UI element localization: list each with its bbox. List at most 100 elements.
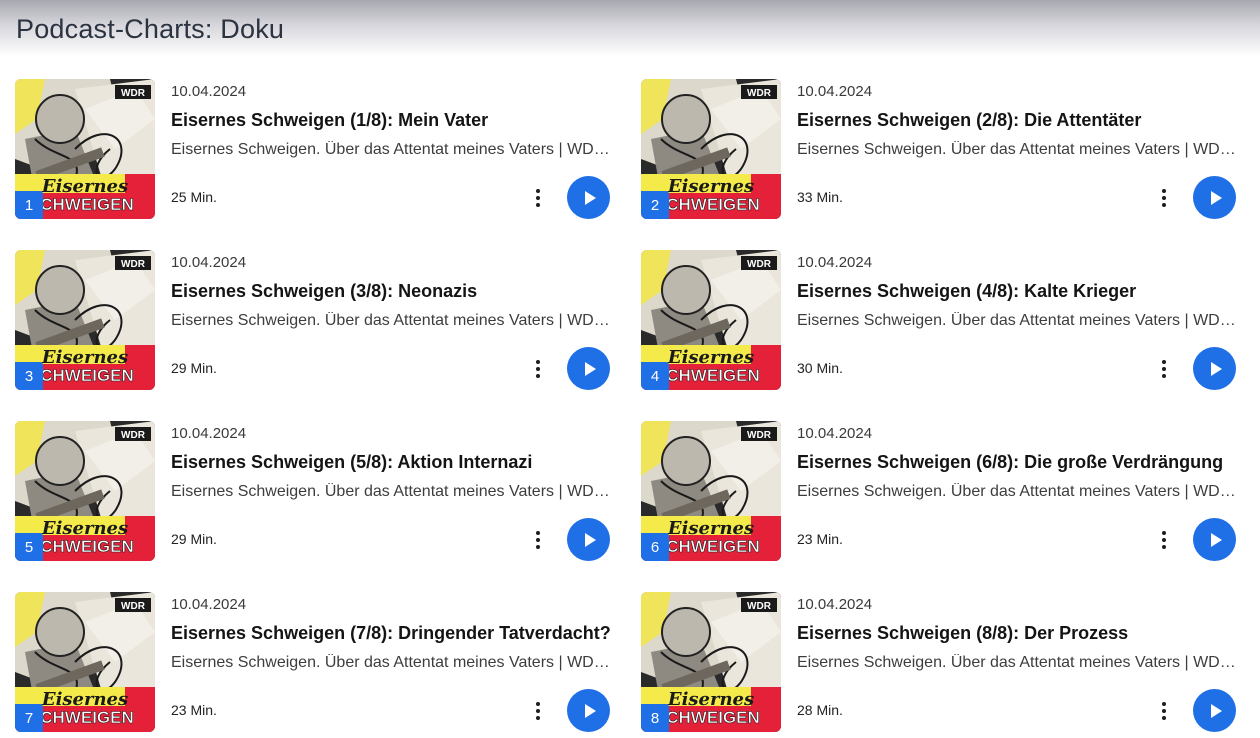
play-button[interactable] xyxy=(1193,689,1236,732)
play-button[interactable] xyxy=(567,176,610,219)
play-button[interactable] xyxy=(1193,518,1236,561)
episode-date: 10.04.2024 xyxy=(171,254,247,271)
episode-cover-image[interactable]: WDR Eisernes CHWEIGEN 2 xyxy=(641,79,781,219)
episode-cover-image[interactable]: WDR Eisernes CHWEIGEN 6 xyxy=(641,421,781,561)
episode-date: 10.04.2024 xyxy=(797,596,873,613)
more-options-icon[interactable] xyxy=(527,698,549,724)
episode-title[interactable]: Eisernes Schweigen (4/8): Kalte Krieger xyxy=(797,281,1136,302)
play-button[interactable] xyxy=(567,689,610,732)
play-button[interactable] xyxy=(567,347,610,390)
episode-cover-image[interactable]: WDR Eisernes CHWEIGEN 1 xyxy=(15,79,155,219)
svg-text:CHWEIGEN: CHWEIGEN xyxy=(40,537,134,556)
chart-rank-badge: 2 xyxy=(641,191,669,219)
svg-text:Eisernes: Eisernes xyxy=(667,176,754,197)
episode-subtitle: Eisernes Schweigen. Über das Attentat me… xyxy=(797,483,1237,500)
svg-text:Eisernes: Eisernes xyxy=(41,176,128,197)
svg-text:Eisernes: Eisernes xyxy=(667,689,754,710)
svg-text:CHWEIGEN: CHWEIGEN xyxy=(40,195,134,214)
more-options-icon[interactable] xyxy=(527,356,549,382)
svg-text:CHWEIGEN: CHWEIGEN xyxy=(40,708,134,727)
episode-cover-image[interactable]: WDR Eisernes CHWEIGEN 8 xyxy=(641,592,781,732)
episode-duration: 29 Min. xyxy=(171,531,217,547)
episode-card[interactable]: WDR Eisernes CHWEIGEN 2 10.04.2024 Eiser… xyxy=(641,79,1237,219)
more-options-icon[interactable] xyxy=(1153,698,1175,724)
episode-duration: 23 Min. xyxy=(797,531,843,547)
page-title: Podcast-Charts: Doku xyxy=(16,14,285,44)
chart-rank-badge: 7 xyxy=(15,704,43,732)
svg-text:WDR: WDR xyxy=(747,601,772,612)
svg-text:Eisernes: Eisernes xyxy=(41,689,128,710)
svg-text:CHWEIGEN: CHWEIGEN xyxy=(666,195,760,214)
episode-cover-image[interactable]: WDR Eisernes CHWEIGEN 7 xyxy=(15,592,155,732)
episode-date: 10.04.2024 xyxy=(797,425,873,442)
episode-subtitle: Eisernes Schweigen. Über das Attentat me… xyxy=(797,312,1237,329)
more-options-icon[interactable] xyxy=(1153,185,1175,211)
episode-title[interactable]: Eisernes Schweigen (5/8): Aktion Interna… xyxy=(171,452,532,473)
svg-text:CHWEIGEN: CHWEIGEN xyxy=(40,366,134,385)
play-icon xyxy=(1210,532,1222,547)
episode-card[interactable]: WDR Eisernes CHWEIGEN 6 10.04.2024 Eiser… xyxy=(641,421,1237,561)
episode-grid: WDR Eisernes CHWEIGEN 1 10.04.2024 Eiser… xyxy=(15,79,1245,738)
episode-duration: 29 Min. xyxy=(171,360,217,376)
episode-cover-image[interactable]: WDR Eisernes CHWEIGEN 3 xyxy=(15,250,155,390)
episode-title[interactable]: Eisernes Schweigen (1/8): Mein Vater xyxy=(171,110,488,131)
play-button[interactable] xyxy=(567,518,610,561)
play-icon xyxy=(1210,703,1222,718)
chart-rank-badge: 3 xyxy=(15,362,43,390)
episode-card[interactable]: WDR Eisernes CHWEIGEN 8 10.04.2024 Eiser… xyxy=(641,592,1237,732)
svg-text:CHWEIGEN: CHWEIGEN xyxy=(666,708,760,727)
episode-card[interactable]: WDR Eisernes CHWEIGEN 1 10.04.2024 Eiser… xyxy=(15,79,611,219)
episode-subtitle: Eisernes Schweigen. Über das Attentat me… xyxy=(171,141,611,158)
play-icon xyxy=(1210,190,1222,205)
episode-date: 10.04.2024 xyxy=(797,254,873,271)
svg-text:WDR: WDR xyxy=(747,259,772,270)
episode-duration: 23 Min. xyxy=(171,702,217,718)
svg-text:Eisernes: Eisernes xyxy=(667,518,754,539)
svg-text:WDR: WDR xyxy=(121,88,146,99)
play-button[interactable] xyxy=(1193,347,1236,390)
more-options-icon[interactable] xyxy=(527,527,549,553)
episode-subtitle: Eisernes Schweigen. Über das Attentat me… xyxy=(171,654,611,671)
more-options-icon[interactable] xyxy=(1153,527,1175,553)
play-icon xyxy=(584,703,596,718)
episode-subtitle: Eisernes Schweigen. Über das Attentat me… xyxy=(171,483,611,500)
chart-rank-badge: 1 xyxy=(15,191,43,219)
svg-text:WDR: WDR xyxy=(747,88,772,99)
more-options-icon[interactable] xyxy=(1153,356,1175,382)
episode-subtitle: Eisernes Schweigen. Über das Attentat me… xyxy=(171,312,611,329)
play-button[interactable] xyxy=(1193,176,1236,219)
chart-rank-badge: 4 xyxy=(641,362,669,390)
episode-subtitle: Eisernes Schweigen. Über das Attentat me… xyxy=(797,141,1237,158)
svg-text:WDR: WDR xyxy=(121,259,146,270)
episode-cover-image[interactable]: WDR Eisernes CHWEIGEN 5 xyxy=(15,421,155,561)
svg-text:Eisernes: Eisernes xyxy=(41,347,128,368)
episode-title[interactable]: Eisernes Schweigen (6/8): Die große Verd… xyxy=(797,452,1223,473)
svg-text:Eisernes: Eisernes xyxy=(667,347,754,368)
episode-title[interactable]: Eisernes Schweigen (8/8): Der Prozess xyxy=(797,623,1128,644)
chart-rank-badge: 8 xyxy=(641,704,669,732)
episode-card[interactable]: WDR Eisernes CHWEIGEN 4 10.04.2024 Eiser… xyxy=(641,250,1237,390)
play-icon xyxy=(584,532,596,547)
svg-text:WDR: WDR xyxy=(121,601,146,612)
episode-title[interactable]: Eisernes Schweigen (2/8): Die Attentäter xyxy=(797,110,1141,131)
svg-text:CHWEIGEN: CHWEIGEN xyxy=(666,366,760,385)
episode-subtitle: Eisernes Schweigen. Über das Attentat me… xyxy=(797,654,1237,671)
svg-text:WDR: WDR xyxy=(121,430,146,441)
play-icon xyxy=(1210,361,1222,376)
episode-cover-image[interactable]: WDR Eisernes CHWEIGEN 4 xyxy=(641,250,781,390)
episode-card[interactable]: WDR Eisernes CHWEIGEN 3 10.04.2024 Eiser… xyxy=(15,250,611,390)
episode-title[interactable]: Eisernes Schweigen (7/8): Dringender Tat… xyxy=(171,623,611,644)
episode-duration: 30 Min. xyxy=(797,360,843,376)
episode-date: 10.04.2024 xyxy=(171,425,247,442)
episode-card[interactable]: WDR Eisernes CHWEIGEN 7 10.04.2024 Eiser… xyxy=(15,592,611,732)
chart-rank-badge: 6 xyxy=(641,533,669,561)
more-options-icon[interactable] xyxy=(527,185,549,211)
episode-card[interactable]: WDR Eisernes CHWEIGEN 5 10.04.2024 Eiser… xyxy=(15,421,611,561)
svg-text:CHWEIGEN: CHWEIGEN xyxy=(666,537,760,556)
play-icon xyxy=(584,190,596,205)
chart-rank-badge: 5 xyxy=(15,533,43,561)
episode-duration: 25 Min. xyxy=(171,189,217,205)
svg-text:Eisernes: Eisernes xyxy=(41,518,128,539)
episode-title[interactable]: Eisernes Schweigen (3/8): Neonazis xyxy=(171,281,477,302)
play-icon xyxy=(584,361,596,376)
